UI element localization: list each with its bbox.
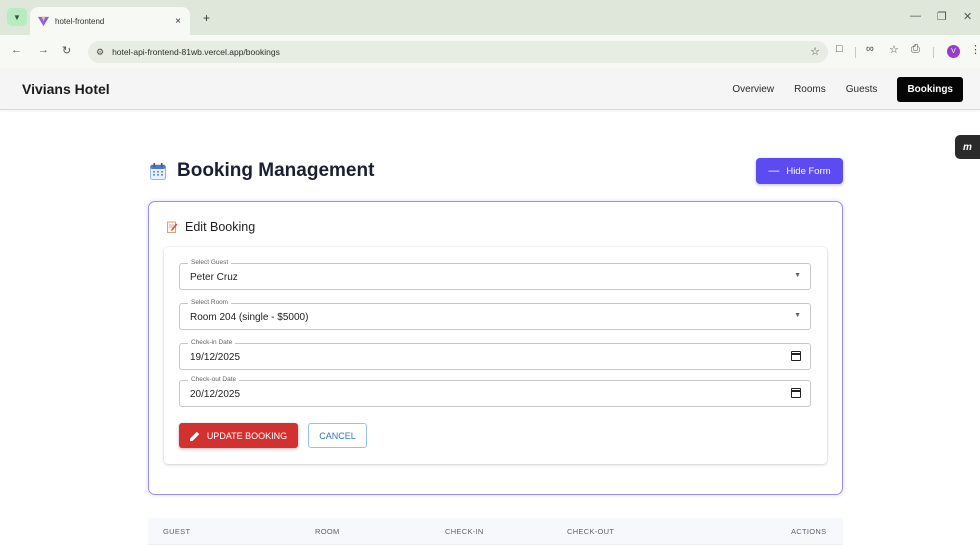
password-key-icon[interactable]: ∞ (866, 43, 874, 55)
check-in-date-input[interactable]: Check-in Date 19/12/2025 (179, 339, 811, 370)
room-select-label: Select Room (188, 299, 232, 306)
tab-search-chevron-icon[interactable]: ▼ (7, 8, 27, 26)
date-picker-icon[interactable] (791, 388, 801, 398)
column-actions[interactable]: ACTIONS (791, 527, 826, 536)
extensions-icon[interactable]: □ (836, 43, 843, 55)
column-check-out[interactable]: CHECK-OUT (567, 527, 614, 536)
column-check-in[interactable]: CHECK-IN (445, 527, 484, 536)
nav-rooms[interactable]: Rooms (794, 84, 826, 95)
check-out-date-input[interactable]: Check-out Date 20/12/2025 (179, 376, 811, 407)
column-room[interactable]: ROOM (315, 527, 340, 536)
dropdown-arrow-icon: ▼ (794, 272, 801, 279)
dropdown-arrow-icon: ▼ (794, 312, 801, 319)
page-title: Booking Management (177, 160, 375, 181)
back-icon[interactable]: ← (11, 44, 22, 56)
bookmark-star-icon[interactable]: ☆ (810, 45, 820, 58)
floating-extension-badge[interactable]: m (955, 135, 980, 159)
toolbar-separator (855, 47, 856, 58)
restore-icon[interactable]: ❐ (937, 10, 947, 23)
minimize-icon[interactable]: — (910, 10, 921, 22)
nav-guests[interactable]: Guests (846, 84, 878, 95)
tab-close-icon[interactable]: × (175, 16, 181, 27)
toolbar-separator (933, 47, 934, 58)
app-header: Vivians Hotel Overview Rooms Guests Book… (0, 68, 980, 110)
browser-toolbar: ← → ↻ ⚙ hotel-api-frontend-81wb.vercel.a… (0, 35, 980, 68)
vite-logo-icon (38, 16, 49, 26)
main-nav: Overview Rooms Guests Bookings (732, 77, 980, 102)
hide-form-label: Hide Form (786, 165, 831, 177)
update-booking-button[interactable]: UPDATE BOOKING (179, 423, 298, 448)
check-in-value: 19/12/2025 (190, 352, 241, 363)
forward-icon[interactable]: → (38, 44, 49, 56)
edit-booking-title: Edit Booking (185, 220, 256, 234)
cancel-button[interactable]: CANCEL (308, 423, 367, 448)
room-select-value: Room 204 (single - $5000) (190, 312, 309, 323)
tab-title: hotel-frontend (55, 16, 105, 26)
update-booking-label: UPDATE BOOKING (206, 430, 288, 441)
pencil-icon (189, 431, 200, 441)
close-window-icon[interactable]: ✕ (963, 10, 972, 23)
new-tab-icon[interactable]: + (203, 11, 210, 25)
nav-overview[interactable]: Overview (732, 84, 774, 95)
memo-icon (167, 221, 178, 233)
browser-menu-icon[interactable]: ⋮ (970, 43, 980, 56)
page-title-row: Booking Management (150, 160, 374, 182)
hide-form-button[interactable]: — Hide Form (756, 158, 843, 184)
booking-form: Select Guest Peter Cruz ▼ Select Room Ro… (164, 247, 827, 464)
check-in-label: Check-in Date (188, 339, 236, 346)
print-icon[interactable]: ⎙ (911, 43, 920, 56)
check-out-label: Check-out Date (188, 376, 240, 383)
address-bar[interactable]: ⚙ hotel-api-frontend-81wb.vercel.app/boo… (88, 41, 828, 63)
bookings-table-header: GUEST ROOM CHECK-IN CHECK-OUT ACTIONS (148, 518, 843, 545)
reload-icon[interactable]: ↻ (62, 44, 71, 57)
column-guest[interactable]: GUEST (163, 527, 190, 536)
edit-booking-card: Edit Booking Select Guest Peter Cruz ▼ S… (148, 201, 843, 495)
minus-icon: — (768, 165, 780, 177)
guest-select-value: Peter Cruz (190, 272, 238, 283)
site-info-icon[interactable]: ⚙ (96, 47, 104, 58)
edit-booking-heading: Edit Booking (167, 220, 255, 234)
check-out-value: 20/12/2025 (190, 389, 241, 400)
date-picker-icon[interactable] (791, 351, 801, 361)
url-text: hotel-api-frontend-81wb.vercel.app/booki… (112, 47, 280, 57)
room-select[interactable]: Select Room Room 204 (single - $5000) ▼ (179, 299, 811, 330)
browser-tab[interactable]: hotel-frontend × (30, 7, 190, 35)
guest-select[interactable]: Select Guest Peter Cruz ▼ (179, 259, 811, 290)
bookmarks-star-icon[interactable]: ☆ (889, 43, 899, 56)
profile-avatar[interactable]: V (947, 45, 960, 58)
guest-select-label: Select Guest (188, 259, 232, 266)
browser-tabstrip: ▼ hotel-frontend × + — ❐ ✕ (0, 0, 980, 35)
calendar-icon (150, 162, 166, 180)
brand-title: Vivians Hotel (22, 81, 110, 97)
nav-bookings[interactable]: Bookings (897, 77, 963, 102)
